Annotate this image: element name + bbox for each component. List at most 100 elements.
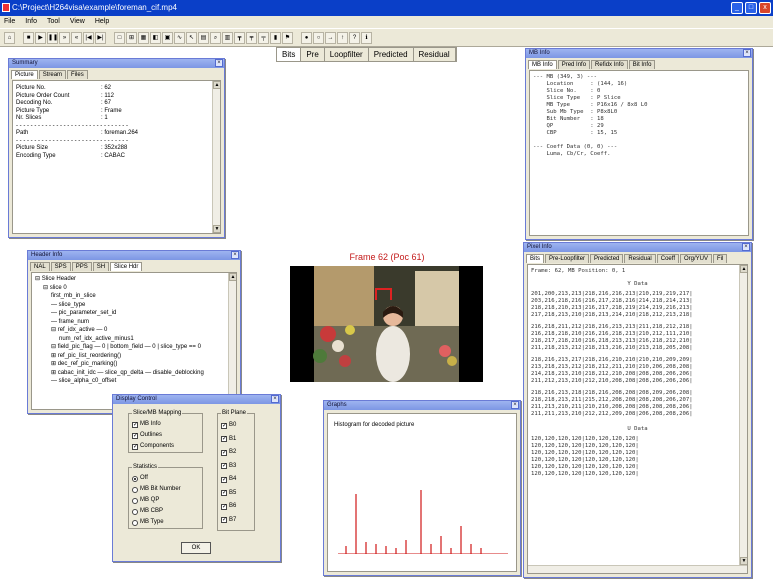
mb-icon[interactable]: ⊞ (126, 31, 137, 44)
pixel-tab-fil[interactable]: Fil (713, 254, 728, 263)
menu-view[interactable]: View (70, 16, 85, 28)
color-icon[interactable]: ▤ (198, 31, 209, 44)
graphs-close-button[interactable]: × (511, 401, 519, 409)
pixel-tab-bits[interactable]: Bits (526, 254, 545, 263)
pixel-tab-orgyuv[interactable]: Org/YUV (680, 254, 713, 263)
bit-plane-checkbox[interactable]: ✓ B3 (221, 460, 252, 474)
radio-button[interactable] (132, 497, 138, 504)
tree-expander-icon[interactable]: ⊞ (51, 370, 58, 376)
circle2-icon[interactable]: ○ (313, 31, 324, 44)
checkbox-box[interactable]: ✓ (221, 422, 227, 429)
statistics-radio[interactable]: MB CBP (132, 506, 200, 517)
table-icon[interactable]: ▥ (222, 31, 233, 44)
mbinfo-tab-refidx[interactable]: Refidx Info (591, 60, 628, 69)
chart-icon[interactable]: ▮ (270, 31, 281, 44)
tree-node[interactable]: — frame_num (35, 318, 233, 327)
tree-expander-icon[interactable]: ⊟ (51, 344, 58, 350)
statistics-radio[interactable]: MB Bit Number (132, 484, 200, 495)
tree-expander-icon[interactable]: — (51, 378, 59, 384)
summary-tab-files[interactable]: Files (67, 70, 88, 79)
summary-scrollbar[interactable]: ▲ ▼ (212, 81, 220, 233)
summary-tab-stream[interactable]: Stream (38, 70, 67, 79)
header-scrollbar[interactable]: ▲ (228, 273, 236, 409)
bit-plane-checkbox[interactable]: ✓ B0 (221, 419, 252, 433)
grid-icon[interactable]: ▦ (138, 31, 149, 44)
display-title-bar[interactable]: Display Control × (113, 395, 280, 404)
circle-icon[interactable]: ● (301, 31, 312, 44)
checkbox-box[interactable]: ✓ (221, 436, 227, 443)
bit-plane-checkbox[interactable]: ✓ B2 (221, 446, 252, 460)
tree-expander-icon[interactable]: ⊟ (35, 276, 42, 282)
pointer-icon[interactable]: ↖ (186, 31, 197, 44)
tree-node[interactable]: ⊟ ref_idx_active — 0 (35, 326, 233, 335)
pixel-tab-residual[interactable]: Residual (624, 254, 656, 263)
menu-tool[interactable]: Tool (47, 16, 60, 28)
curve-icon[interactable]: ∿ (174, 31, 185, 44)
binoculars-icon[interactable]: ⌕ (210, 31, 221, 44)
tree-node[interactable]: first_mb_in_slice (35, 292, 233, 301)
statistics-radio[interactable]: MB QP (132, 495, 200, 506)
tree-node[interactable]: — slice_type (35, 301, 233, 310)
bit-plane-checkbox[interactable]: ✓ B5 (221, 487, 252, 501)
up-icon[interactable]: ↑ (337, 31, 348, 44)
mapping-checkbox[interactable]: ✓ Components (132, 441, 200, 452)
stop-icon[interactable]: ■ (23, 31, 34, 44)
checkbox-box[interactable]: ✓ (221, 490, 227, 497)
view-tab-pre[interactable]: Pre (301, 48, 325, 61)
tree-expander-icon[interactable]: — (51, 302, 59, 308)
menu-help[interactable]: Help (95, 16, 109, 28)
pixel-tab-preloop[interactable]: Pre-Loopfilter (545, 254, 590, 263)
bit-plane-checkbox[interactable]: ✓ B1 (221, 433, 252, 447)
maximize-button[interactable]: □ (745, 2, 757, 14)
mbinfo-tab-pred[interactable]: Pred Info (557, 60, 591, 69)
header-tab-nal[interactable]: NAL (30, 262, 50, 271)
first-icon[interactable]: |◀ (83, 31, 94, 44)
arrow-icon[interactable]: → (325, 31, 336, 44)
statistics-radio[interactable]: MB Type (132, 517, 200, 528)
view-tab-residual[interactable]: Residual (414, 48, 456, 61)
header-close-button[interactable]: × (231, 251, 239, 259)
tree-node[interactable]: ⊞ dec_ref_pic_marking() (35, 360, 233, 369)
summary-close-button[interactable]: × (215, 59, 223, 67)
checkbox-box[interactable]: ✓ (221, 449, 227, 456)
pause-icon[interactable]: ❚❚ (47, 31, 58, 44)
header-tab-sps[interactable]: SPS (50, 262, 71, 271)
checkbox-box[interactable]: ✓ (221, 503, 227, 510)
view-tab-predicted[interactable]: Predicted (369, 48, 414, 61)
pixel-close-button[interactable]: × (742, 243, 750, 251)
checkbox-box[interactable]: ✓ (221, 463, 227, 470)
menu-info[interactable]: Info (25, 16, 37, 28)
radio-button[interactable] (132, 508, 138, 515)
tree-node[interactable]: ⊟ Slice Header (35, 275, 233, 284)
pixel-tab-coeff[interactable]: Coeff (656, 254, 679, 263)
view-tab-loopfilter[interactable]: Loopfilter (325, 48, 369, 61)
tree-node[interactable]: ⊟ slice 0 (35, 284, 233, 293)
scroll-up-icon[interactable]: ▲ (740, 265, 747, 273)
open-icon[interactable]: ⌂ (4, 31, 15, 44)
mbinfo-close-button[interactable]: × (743, 49, 751, 57)
checkbox-box[interactable]: ✓ (132, 432, 138, 439)
bit-plane-checkbox[interactable]: ✓ B7 (221, 514, 252, 528)
display-close-button[interactable]: × (271, 395, 279, 403)
frame-icon[interactable]: □ (114, 31, 125, 44)
scroll-down-icon[interactable]: ▼ (740, 557, 747, 565)
graphs-title-bar[interactable]: Graphs × (324, 401, 520, 410)
tree-expander-icon[interactable]: — (51, 319, 59, 325)
radio-button[interactable] (132, 486, 138, 493)
close-button[interactable]: x (759, 2, 771, 14)
tree-node[interactable]: — pic_parameter_set_id (35, 309, 233, 318)
pixel-hscrollbar[interactable] (528, 565, 747, 573)
app-title-bar[interactable]: C:\Project\H264visa\example\foreman_cif.… (0, 0, 773, 16)
ok-button[interactable]: OK (181, 542, 211, 554)
radio-button[interactable] (132, 475, 138, 482)
checkbox-box[interactable]: ✓ (132, 443, 138, 450)
mbinfo-title-bar[interactable]: MB Info × (526, 49, 752, 58)
tree-expander-icon[interactable]: ⊞ (51, 361, 58, 367)
checkbox-box[interactable]: ✓ (132, 421, 138, 428)
split3-icon[interactable]: ╤ (258, 31, 269, 44)
scroll-up-icon[interactable]: ▲ (229, 273, 236, 281)
pixel-vscrollbar[interactable]: ▲ ▼ (739, 265, 747, 565)
tree-expander-icon[interactable]: ⊟ (51, 327, 58, 333)
tree-node[interactable]: ⊟ field_pic_flag — 0 | bottom_field — 0 … (35, 343, 233, 352)
tree-node[interactable]: ⊞ ref_pic_list_reordering() (35, 352, 233, 361)
